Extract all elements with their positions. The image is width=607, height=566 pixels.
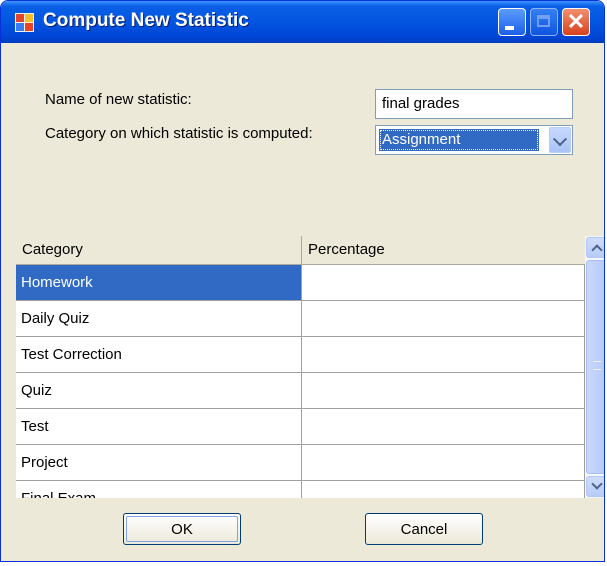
table-row[interactable]: Project	[16, 445, 585, 481]
scroll-thumb[interactable]	[586, 260, 604, 474]
category-cell[interactable]: Test Correction	[16, 337, 302, 373]
column-header-percentage[interactable]: Percentage	[302, 236, 585, 264]
scroll-up-icon[interactable]	[586, 237, 604, 258]
cancel-button[interactable]: Cancel	[365, 513, 483, 545]
percentage-cell[interactable]	[302, 337, 585, 373]
percentage-cell[interactable]	[302, 265, 585, 301]
percentage-cell[interactable]	[302, 445, 585, 481]
category-label: Category on which statistic is computed:	[45, 125, 313, 142]
category-cell[interactable]: Homework	[16, 265, 302, 301]
close-icon: ✕	[566, 9, 586, 34]
statistic-name-input[interactable]: final grades	[375, 89, 573, 119]
maximize-button[interactable]	[530, 8, 558, 36]
minimize-button[interactable]	[498, 8, 526, 36]
category-percentage-grid[interactable]: Category Percentage Homework Daily Quiz …	[16, 236, 604, 498]
dialog-window: Compute New Statistic ✕ Name of new stat…	[0, 0, 605, 562]
table-row[interactable]: Test Correction	[16, 337, 585, 373]
title-bar[interactable]: Compute New Statistic ✕	[1, 1, 604, 43]
percentage-cell[interactable]	[302, 481, 585, 498]
ok-button[interactable]: OK	[123, 513, 241, 545]
table-row[interactable]: Test	[16, 409, 585, 445]
scroll-down-icon[interactable]	[586, 476, 604, 497]
vertical-scrollbar[interactable]	[585, 236, 604, 498]
category-select[interactable]: Assignment	[375, 125, 573, 155]
category-selected-value: Assignment	[379, 129, 539, 151]
category-cell[interactable]: Final Exam	[16, 481, 302, 498]
category-cell[interactable]: Daily Quiz	[16, 301, 302, 337]
category-cell[interactable]: Quiz	[16, 373, 302, 409]
table-row[interactable]: Quiz	[16, 373, 585, 409]
category-cell[interactable]: Test	[16, 409, 302, 445]
table-row[interactable]: Homework	[16, 265, 585, 301]
grid-header: Category Percentage	[16, 236, 585, 265]
window-title: Compute New Statistic	[43, 10, 249, 31]
table-row[interactable]: Daily Quiz	[16, 301, 585, 337]
category-cell[interactable]: Project	[16, 445, 302, 481]
table-row[interactable]: Final Exam	[16, 481, 585, 498]
close-button[interactable]: ✕	[562, 8, 590, 36]
name-label: Name of new statistic:	[45, 91, 192, 108]
chevron-down-icon[interactable]	[549, 127, 571, 153]
app-icon	[15, 13, 34, 32]
percentage-cell[interactable]	[302, 301, 585, 337]
column-header-category[interactable]: Category	[16, 236, 302, 264]
percentage-cell[interactable]	[302, 373, 585, 409]
percentage-cell[interactable]	[302, 409, 585, 445]
